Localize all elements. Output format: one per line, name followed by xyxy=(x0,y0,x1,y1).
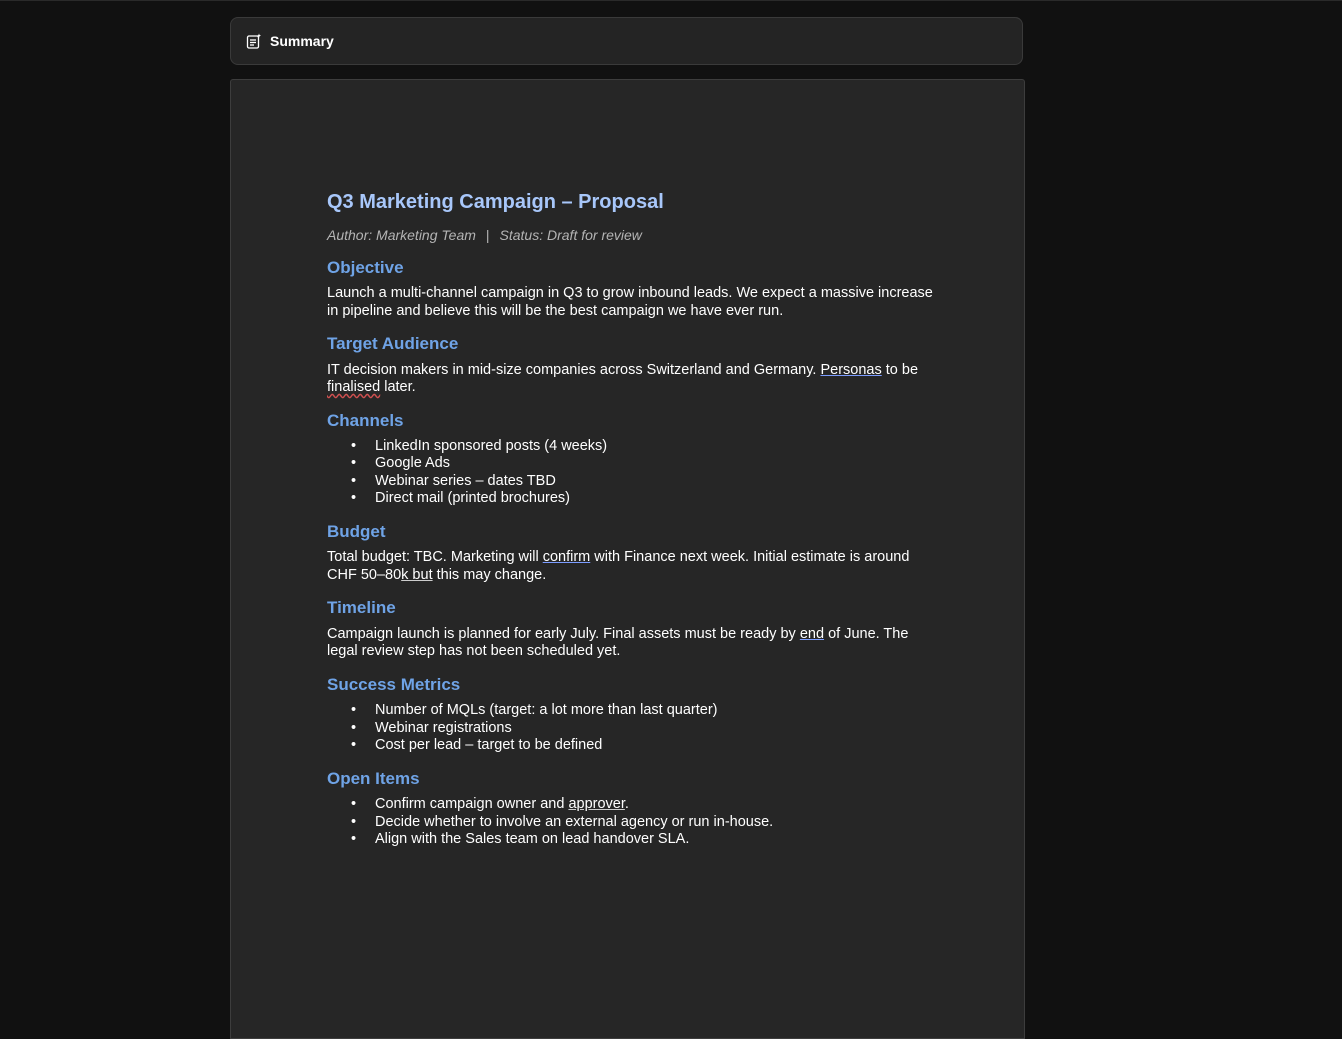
document-meta: Author: Marketing Team | Status: Draft for… xyxy=(327,227,937,244)
list-item-text: Align with the Sales team on lead handov… xyxy=(375,831,690,848)
list-item-text: Google Ads xyxy=(375,455,450,472)
list-item: • Cost per lead – target to be defined xyxy=(327,737,937,755)
list-item-text: Webinar series – dates TBD xyxy=(375,472,556,489)
timeline-text: Campaign launch is planned for early Jul… xyxy=(327,626,937,661)
list-item-text: Number of MQLs (target: a lot more than … xyxy=(375,702,718,719)
channels-list: • LinkedIn sponsored posts (4 weeks) • Goo… xyxy=(327,438,937,508)
list-item-text: Webinar registrations xyxy=(375,719,512,736)
list-item: • Direct mail (printed brochures) xyxy=(327,490,937,508)
list-item-text: Direct mail (printed brochures) xyxy=(375,490,571,507)
objective-text: Launch a multi-channel campaign in Q3 to… xyxy=(327,285,933,319)
bullet: • xyxy=(351,490,357,507)
bullet: • xyxy=(351,437,357,454)
open-items-list: • Confirm campaign owner and approver. • D… xyxy=(327,796,937,849)
heading-channels: Channels xyxy=(327,410,404,430)
list-item-text: LinkedIn sponsored posts (4 weeks) xyxy=(375,437,608,454)
suggestion-approver[interactable]: approver xyxy=(568,796,624,812)
status-label: Status: Draft for review xyxy=(499,227,642,243)
list-item: • Decide whether to involve an external a… xyxy=(327,814,937,832)
list-item: • Webinar series – dates TBD xyxy=(327,473,937,491)
heading-target-audience: Target Audience xyxy=(327,334,459,354)
bullet: • xyxy=(351,719,357,736)
success-metrics-list: • Number of MQLs (target: a lot more than… xyxy=(327,702,937,755)
document-content[interactable]: Q3 Marketing Campaign – Proposal Author:… xyxy=(327,190,937,863)
suggestion-k-but[interactable]: k but xyxy=(401,567,432,583)
document-title: Q3 Marketing Campaign – Proposal xyxy=(327,191,664,213)
spelling-finalised[interactable]: finalised xyxy=(327,379,380,395)
suggestion-personas[interactable]: Personas xyxy=(820,362,881,378)
heading-objective: Objective xyxy=(327,257,404,277)
list-item: • Google Ads xyxy=(327,455,937,473)
list-item-text: . xyxy=(624,796,629,813)
meta-separator: | xyxy=(485,227,490,243)
target-audience-text: IT decision makers in mid-size companies… xyxy=(327,362,937,397)
target-audience-text-part: IT decision makers in mid-size companies… xyxy=(327,361,821,378)
bullet: • xyxy=(351,796,357,813)
document-page[interactable]: Q3 Marketing Campaign – Proposal Author:… xyxy=(230,79,1025,1039)
suggestion-end[interactable]: end xyxy=(800,626,824,642)
list-item: • Align with the Sales team on lead hando… xyxy=(327,831,937,849)
budget-text-part: this may change. xyxy=(432,566,547,583)
target-audience-text-part: to be xyxy=(881,361,919,378)
budget-text: Total budget: TBC. Marketing will confir… xyxy=(327,549,937,584)
target-audience-text-part: later. xyxy=(380,379,416,396)
summary-label: Summary xyxy=(270,33,334,49)
timeline-text-part: Campaign launch is planned for early Jul… xyxy=(327,625,800,642)
list-item: • LinkedIn sponsored posts (4 weeks) xyxy=(327,438,937,456)
author-label: Author: Marketing Team xyxy=(327,227,476,243)
bullet: • xyxy=(351,813,357,830)
list-item: • Webinar registrations xyxy=(327,720,937,738)
list-item: • Confirm campaign owner and approver. xyxy=(327,796,937,814)
list-item-text: Confirm campaign owner and xyxy=(375,796,569,813)
heading-success-metrics: Success Metrics xyxy=(327,674,461,694)
suggestion-confirm[interactable]: confirm xyxy=(543,549,591,565)
heading-budget: Budget xyxy=(327,521,386,541)
bullet: • xyxy=(351,472,357,489)
window-top-border xyxy=(0,0,1342,1)
summary-button[interactable]: Summary xyxy=(230,17,1023,65)
bullet: • xyxy=(351,702,357,719)
list-item-text: Decide whether to involve an external ag… xyxy=(375,813,774,830)
summary-sparkle-icon xyxy=(245,32,263,50)
list-item-text: Cost per lead – target to be defined xyxy=(375,737,603,754)
heading-open-items: Open Items xyxy=(327,768,420,788)
bullet: • xyxy=(351,831,357,848)
budget-text-part: Total budget: TBC. Marketing will xyxy=(327,549,543,566)
list-item: • Number of MQLs (target: a lot more than… xyxy=(327,702,937,720)
bullet: • xyxy=(351,737,357,754)
bullet: • xyxy=(351,455,357,472)
heading-timeline: Timeline xyxy=(327,598,396,618)
